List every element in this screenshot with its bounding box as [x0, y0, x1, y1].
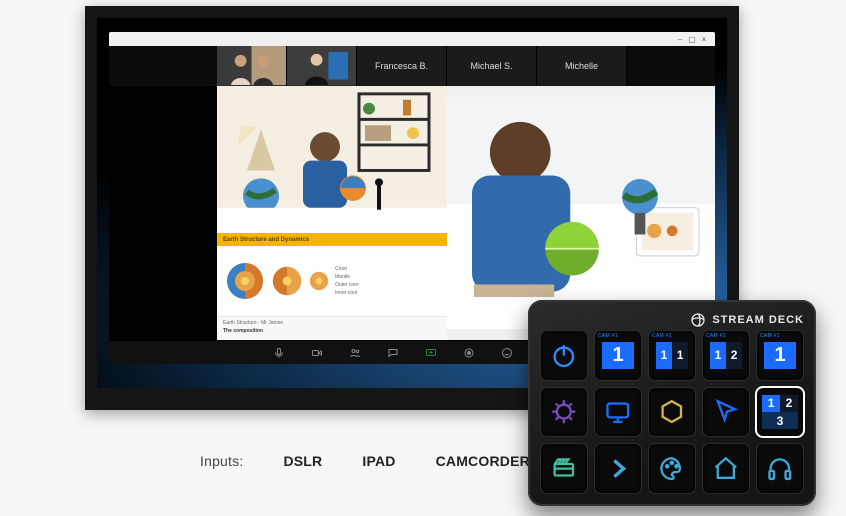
stream-deck-key-hex[interactable] [648, 387, 696, 438]
window-close-button[interactable]: × [699, 34, 709, 44]
window-minimize-button[interactable]: – [675, 34, 685, 44]
stream-deck-key-cam-split3[interactable]: 123 [756, 387, 804, 438]
stream-deck-key-power[interactable] [540, 330, 588, 381]
video-icon[interactable] [311, 347, 323, 359]
stream-deck-key-cam-single[interactable]: CAM #11 [756, 330, 804, 381]
inputs-row: Inputs: DSLR IPAD CAMCORDER [200, 453, 530, 469]
slide-diagram: Crust Mantle Outer core Inner core [217, 246, 447, 316]
participant-name[interactable]: Michael S. [447, 46, 537, 86]
participant-name[interactable]: Michelle [537, 46, 627, 86]
input-option[interactable]: DSLR [283, 453, 322, 469]
stream-deck-key-headphones[interactable] [756, 443, 804, 494]
input-option[interactable]: CAMCORDER [436, 453, 530, 469]
window-titlebar: – ▢ × [109, 32, 715, 46]
window-maximize-button[interactable]: ▢ [687, 34, 697, 44]
slide-title: Earth Structure and Dynamics [217, 233, 447, 246]
stream-deck-key-cam-split2[interactable]: CAM #111 [648, 330, 696, 381]
stream-deck-key-monitor[interactable] [594, 387, 642, 438]
stream-deck-key-chevron[interactable] [594, 443, 642, 494]
stream-deck-key-scene[interactable] [540, 387, 588, 438]
brand-logo-icon [690, 312, 706, 328]
shared-slide: Earth Structure and Dynamics [217, 86, 447, 340]
stream-deck-brand: STREAM DECK [540, 310, 804, 330]
inputs-label: Inputs: [200, 453, 243, 469]
participant-thumbnail[interactable] [217, 46, 287, 86]
participant-name[interactable]: Francesca B. [357, 46, 447, 86]
stream-deck-key-cam-single[interactable]: CAM #11 [594, 330, 642, 381]
stream-deck-key-cam-split2[interactable]: CAM #112 [702, 330, 750, 381]
reactions-icon[interactable] [501, 347, 513, 359]
share-screen-icon[interactable] [425, 347, 437, 359]
record-icon[interactable] [463, 347, 475, 359]
slide-footer: Earth Structure - Mr James The compositi… [217, 316, 447, 340]
mic-icon[interactable] [273, 347, 285, 359]
participant-thumbnail[interactable] [287, 46, 357, 86]
stream-deck-key-palette[interactable] [648, 443, 696, 494]
stream-deck: STREAM DECK CAM #11CAM #111CAM #112CAM #… [528, 300, 816, 506]
participants-bar: Francesca B. Michael S. Michelle [109, 46, 715, 86]
participants-icon[interactable] [349, 347, 361, 359]
stream-deck-key-film[interactable] [540, 443, 588, 494]
stream-deck-key-home[interactable] [702, 443, 750, 494]
chat-icon[interactable] [387, 347, 399, 359]
stream-deck-key-cursor[interactable] [702, 387, 750, 438]
input-option[interactable]: IPAD [362, 453, 395, 469]
